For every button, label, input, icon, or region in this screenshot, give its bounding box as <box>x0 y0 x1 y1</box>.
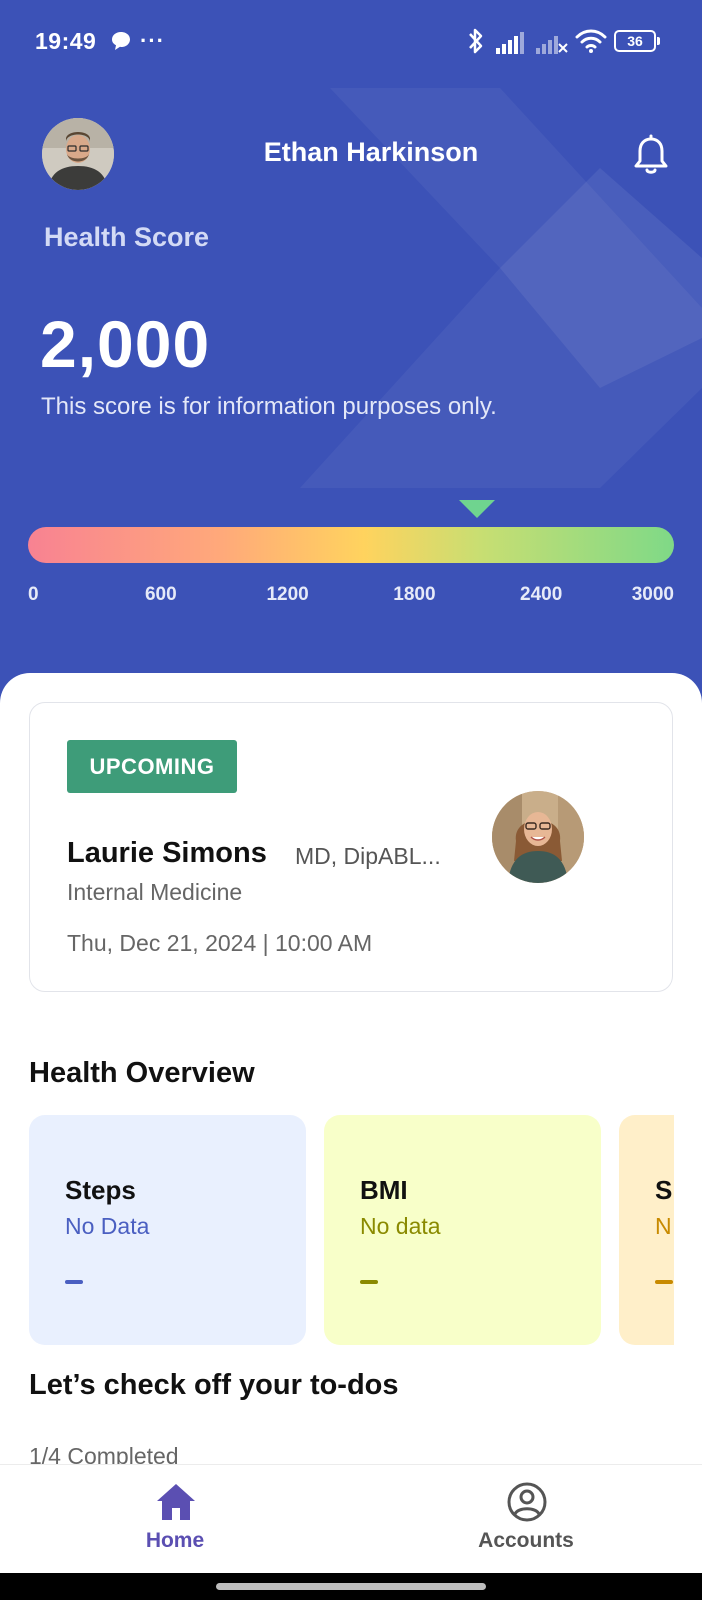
todos-title: Let’s check off your to-dos <box>29 1369 399 1401</box>
metric-value: N <box>655 1213 672 1239</box>
bell-icon[interactable] <box>631 134 671 176</box>
wifi-icon <box>575 29 607 53</box>
gauge-tick-label: 3000 <box>631 584 674 605</box>
signal-icon <box>496 32 524 54</box>
nav-item-home[interactable]: Home <box>75 1465 275 1574</box>
steps-card[interactable]: Steps No Data <box>29 1115 306 1345</box>
bottom-navigation: Home Accounts <box>0 1464 702 1573</box>
account-icon <box>507 1482 547 1522</box>
gauge-tick-label: 600 <box>144 584 177 605</box>
metric-dash <box>65 1280 83 1284</box>
user-name: Ethan Harkinson <box>263 137 479 167</box>
status-time: 19:49 <box>35 28 97 54</box>
metric-dash <box>360 1280 378 1284</box>
doctor-credentials: MD, DipABL... <box>295 843 441 869</box>
gauge-tick-label: 2400 <box>520 584 563 605</box>
appointment-datetime: Thu, Dec 21, 2024 | 10:00 AM <box>67 930 373 956</box>
user-avatar-image <box>42 118 114 190</box>
app-screen: 19:49 ··· 36 Ethan Harkinson Health Scor… <box>0 0 702 1600</box>
gesture-handle[interactable] <box>216 1583 486 1590</box>
doctor-name: Laurie Simons <box>67 837 267 869</box>
health-score-value: 2,000 <box>40 307 211 381</box>
content-sheet: UPCOMING Laurie Simons MD, DipABL... Int… <box>0 673 702 1600</box>
gauge-tick-label: 1200 <box>266 584 309 605</box>
battery-level: 36 <box>614 30 656 52</box>
metric-label: BMI <box>360 1175 408 1205</box>
doctor-avatar <box>492 791 584 883</box>
metric-label: S <box>655 1175 673 1205</box>
metric-label: Steps <box>65 1175 136 1205</box>
battery-icon: 36 <box>614 30 660 52</box>
nav-label-home: Home <box>145 1529 205 1552</box>
metric-value: No Data <box>65 1213 150 1239</box>
bluetooth-icon <box>469 28 483 54</box>
metric-dash <box>655 1280 673 1284</box>
more-icon: ··· <box>140 28 165 53</box>
gauge-tick-label: 1800 <box>393 584 436 605</box>
home-icon <box>157 1484 195 1520</box>
nav-label-accounts: Accounts <box>478 1529 574 1552</box>
metric-card-partial[interactable]: S N <box>619 1115 674 1345</box>
health-score-label: Health Score <box>44 222 210 252</box>
metric-value: No data <box>360 1213 441 1239</box>
nav-item-accounts[interactable]: Accounts <box>426 1465 626 1574</box>
gesture-navigation-bar <box>0 1573 702 1600</box>
status-bar: 19:49 ··· 36 <box>0 0 702 84</box>
doctor-avatar-image <box>492 791 584 883</box>
doctor-specialty: Internal Medicine <box>67 879 243 905</box>
health-score-gauge <box>28 527 674 563</box>
user-avatar[interactable] <box>42 118 114 190</box>
status-badge: UPCOMING <box>67 740 237 793</box>
gauge-marker-icon <box>459 500 496 518</box>
message-icon <box>112 32 130 50</box>
gauge-tick-label: 0 <box>28 584 39 605</box>
health-score-disclaimer: This score is for information purposes o… <box>41 393 497 420</box>
bmi-card[interactable]: BMI No data <box>324 1115 601 1345</box>
signal-no-service-icon <box>536 36 568 54</box>
gauge-tick-labels: 0 600 1200 1800 2400 3000 <box>28 584 674 612</box>
health-overview-title: Health Overview <box>29 1057 255 1089</box>
upcoming-appointment-card[interactable]: UPCOMING Laurie Simons MD, DipABL... Int… <box>29 702 673 992</box>
